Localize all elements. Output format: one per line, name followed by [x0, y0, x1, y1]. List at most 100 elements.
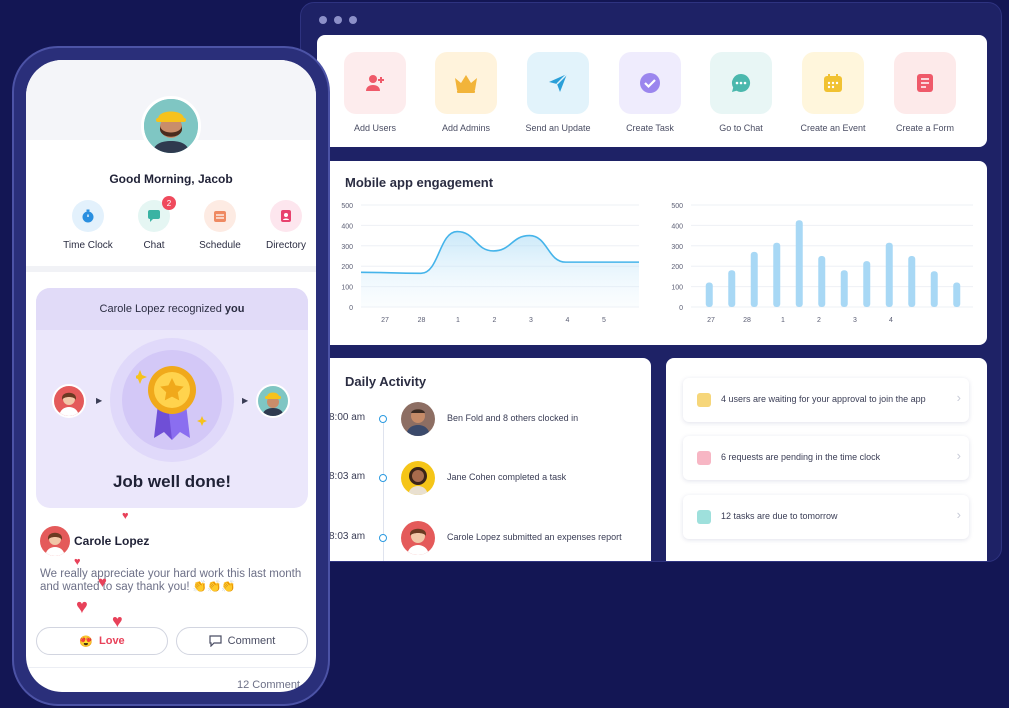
engagement-title: Mobile app engagement	[345, 175, 494, 190]
add-users-button[interactable]: Add Users	[330, 52, 420, 133]
engagement-card: Mobile app engagement 0 100 200 300 400 500 27…	[317, 161, 987, 345]
pending-card: 4 users are waiting for your approval to…	[666, 358, 987, 561]
bar	[750, 251, 758, 307]
create-event-label: Create an Event	[800, 123, 866, 133]
phone-screen: Good Morning, Jacob Time Clock 2 Chat Sc…	[26, 60, 316, 692]
activity-item[interactable]: 8:03 am Carole Lopez submitted an expens…	[329, 519, 649, 559]
bar	[818, 256, 826, 307]
directory-shortcut[interactable]: Directory	[254, 200, 316, 251]
schedule-shortcut[interactable]: Schedule	[188, 200, 252, 251]
create-form-label: Create a Form	[895, 123, 955, 133]
love-button[interactable]: 😍 Love	[36, 627, 168, 655]
y-tick-label: 500	[671, 203, 683, 210]
create-form-button[interactable]: Create a Form	[880, 52, 970, 133]
comment-count[interactable]: 12 Comment	[237, 679, 300, 691]
window-controls	[319, 16, 357, 24]
time-clock-shortcut[interactable]: Time Clock	[56, 200, 120, 251]
shortcut-label: Schedule	[199, 240, 241, 251]
comment-label: Comment	[227, 635, 276, 647]
medal-icon	[136, 366, 207, 440]
x-tick-label: 27	[381, 317, 389, 324]
pending-text: 12 tasks are due to tomorrow	[721, 511, 838, 521]
x-tick-label: 2	[817, 317, 821, 324]
x-tick-label: 1	[456, 317, 460, 324]
shortcut-label: Directory	[265, 240, 306, 251]
notification-icon	[697, 393, 711, 407]
y-tick-label: 200	[341, 264, 353, 271]
recognition-card[interactable]: Carole Lopez recognized you ▶ ▶ Job well…	[36, 288, 308, 508]
avatar	[401, 461, 435, 495]
greeting: Good Morning, Jacob	[109, 172, 233, 186]
activity-time: 8:03 am	[329, 531, 366, 542]
x-tick-label: 1	[781, 317, 785, 324]
x-tick-label: 3	[853, 317, 857, 324]
pending-text: 6 requests are pending in the time clock	[721, 452, 881, 462]
check-circle-icon	[619, 52, 681, 114]
add-admins-button[interactable]: Add Admins	[421, 52, 511, 133]
comment-icon	[209, 635, 222, 647]
x-tick-label: 4	[889, 317, 893, 324]
window-dot[interactable]	[349, 16, 357, 24]
window-dot[interactable]	[334, 16, 342, 24]
avatar	[401, 521, 435, 555]
bar	[953, 282, 961, 307]
activity-text: Carole Lopez submitted an expenses repor…	[447, 532, 622, 542]
recognition-prefix: Carole Lopez recognized	[99, 303, 222, 315]
create-task-button[interactable]: Create Task	[605, 52, 695, 133]
activity-item[interactable]: 8:00 am Ben Fold and 8 others clocked in	[329, 400, 649, 440]
window-dot[interactable]	[319, 16, 327, 24]
y-tick-label: 400	[341, 223, 353, 230]
shortcut-label: Chat	[143, 240, 165, 251]
activity-item[interactable]: 8:03 am Jane Cohen completed a task	[329, 459, 649, 499]
quick-actions-card: Add Users Add Admins Send an Update Crea…	[317, 35, 987, 147]
desktop-window: Add Users Add Admins Send an Update Crea…	[300, 2, 1002, 562]
y-tick-label: 100	[341, 285, 353, 292]
activity-time: 8:03 am	[329, 471, 366, 482]
y-tick-label: 0	[679, 305, 683, 312]
task-check-icon	[697, 510, 711, 524]
avatar	[401, 402, 435, 436]
y-tick-label: 400	[671, 223, 683, 230]
bar	[908, 256, 916, 307]
shortcut-label: Time Clock	[63, 240, 113, 251]
author-avatar[interactable]	[40, 526, 70, 556]
chat-shortcut[interactable]: 2 Chat	[122, 196, 186, 251]
profile-avatar[interactable]	[141, 96, 201, 156]
recipient-avatar	[256, 384, 290, 418]
footer-divider	[26, 667, 316, 668]
y-tick-label: 100	[671, 285, 683, 292]
timeline-dot	[379, 534, 387, 542]
comment-button[interactable]: Comment	[176, 627, 308, 655]
play-arrow-icon: ▶	[96, 396, 103, 405]
bar	[795, 220, 803, 307]
recognition-target: you	[224, 303, 245, 315]
y-tick-label: 300	[341, 244, 353, 251]
floating-heart-icon: ♥	[76, 596, 88, 618]
add-user-icon	[344, 52, 406, 114]
calendar-icon	[802, 52, 864, 114]
bar	[728, 270, 736, 307]
add-admins-label: Add Admins	[441, 123, 491, 133]
x-tick-label: 28	[418, 317, 426, 324]
send-update-button[interactable]: Send an Update	[513, 52, 603, 133]
chat-icon: 2	[138, 196, 176, 232]
activity-text: Jane Cohen completed a task	[447, 472, 567, 482]
chevron-right-icon: ›	[956, 390, 961, 405]
bar	[885, 242, 893, 307]
create-event-button[interactable]: Create an Event	[788, 52, 878, 133]
area-fill	[361, 231, 639, 307]
bar	[705, 282, 713, 307]
x-tick-label: 3	[529, 317, 533, 324]
pending-item[interactable]: 12 tasks are due to tomorrow ›	[683, 495, 969, 539]
pending-item[interactable]: 4 users are waiting for your approval to…	[683, 378, 969, 422]
y-tick-label: 200	[671, 264, 683, 271]
go-to-chat-button[interactable]: Go to Chat	[696, 52, 786, 133]
heart-eyes-emoji-icon: 😍	[79, 635, 93, 648]
bar	[840, 270, 848, 307]
floating-heart-icon: ♥	[98, 574, 107, 591]
pending-item[interactable]: 6 requests are pending in the time clock…	[683, 436, 969, 480]
sender-avatar	[52, 384, 86, 418]
y-tick-label: 300	[671, 244, 683, 251]
pending-text: 4 users are waiting for your approval to…	[721, 394, 926, 404]
x-tick-label: 28	[743, 317, 751, 324]
